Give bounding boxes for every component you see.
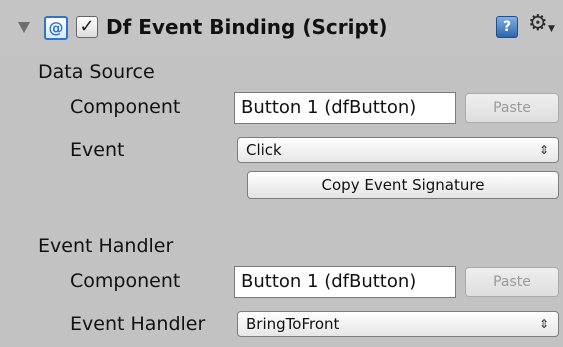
script-icon: @ xyxy=(44,16,68,40)
event-handler-component-field[interactable]: Button 1 (dfButton) xyxy=(234,266,456,298)
data-source-component-field[interactable]: Button 1 (dfButton) xyxy=(234,92,456,124)
event-handler-method-label: Event Handler xyxy=(70,313,206,335)
copy-event-signature-button[interactable]: Copy Event Signature xyxy=(247,171,559,199)
data-source-title: Data Source xyxy=(38,61,155,83)
event-handler-method-value: BringToFront xyxy=(246,315,340,333)
data-source-component-label: Component xyxy=(70,96,181,118)
component-header[interactable]: @ ✓ Df Event Binding (Script) ? ⚙ ▼ xyxy=(0,0,563,56)
event-handler-title: Event Handler xyxy=(38,235,174,257)
foldout-arrow-icon[interactable] xyxy=(18,22,30,33)
event-handler-paste-button[interactable]: Paste xyxy=(465,267,559,297)
inspector-panel: @ ✓ Df Event Binding (Script) ? ⚙ ▼ Data… xyxy=(0,0,563,347)
event-handler-method-dropdown[interactable]: BringToFront ⇕ xyxy=(237,311,559,337)
component-title: Df Event Binding (Script) xyxy=(106,15,388,39)
event-handler-component-label: Component xyxy=(70,270,181,292)
gear-icon[interactable]: ⚙ xyxy=(528,12,548,36)
data-source-event-dropdown[interactable]: Click ⇕ xyxy=(237,137,559,163)
gear-dropdown-caret-icon[interactable]: ▼ xyxy=(548,24,555,34)
data-source-paste-button[interactable]: Paste xyxy=(465,93,559,123)
data-source-event-value: Click xyxy=(246,141,282,159)
popup-arrows-icon: ⇕ xyxy=(538,143,549,157)
popup-arrows-icon: ⇕ xyxy=(538,317,549,331)
data-source-event-label: Event xyxy=(70,139,125,161)
enabled-checkbox[interactable]: ✓ xyxy=(76,16,98,38)
help-book-icon[interactable]: ? xyxy=(496,16,518,38)
